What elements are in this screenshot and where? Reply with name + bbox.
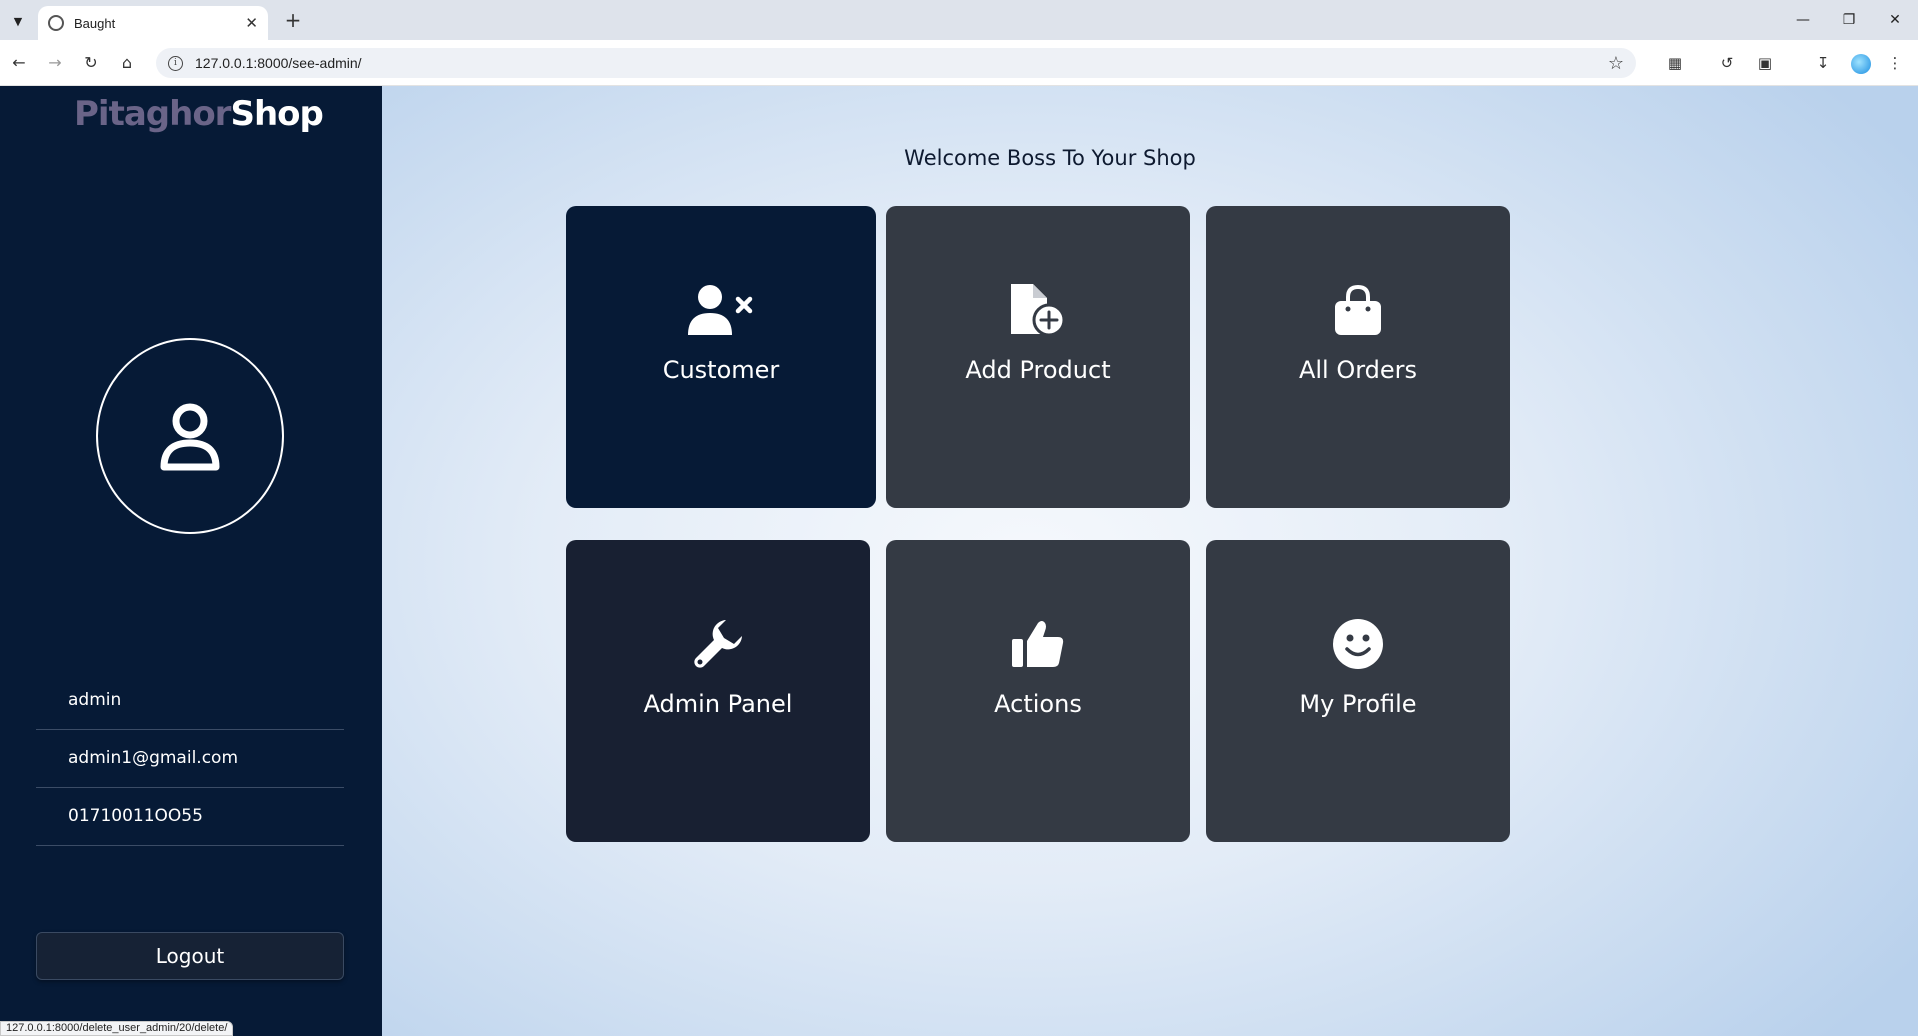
back-arrow-icon[interactable]: ← <box>6 50 32 76</box>
url-text[interactable]: 127.0.0.1:8000/see-admin/ <box>195 55 1608 71</box>
phone-text: 01710011OO55 <box>68 806 203 826</box>
tab-title: Baught <box>74 15 116 31</box>
card-label: Admin Panel <box>643 690 793 718</box>
all-orders-card[interactable]: All Orders <box>1206 206 1510 508</box>
admin-panel-card[interactable]: Admin Panel <box>566 540 870 842</box>
file-add-icon <box>1011 284 1066 336</box>
globe-icon <box>48 15 64 31</box>
minimize-icon[interactable]: — <box>1786 6 1820 34</box>
phone-row: 01710011OO55 <box>36 788 344 846</box>
logo-part-1: Pitaghor <box>74 94 231 134</box>
forward-arrow-icon[interactable]: → <box>42 50 68 76</box>
screenshot-icon[interactable]: ▣ <box>1754 53 1776 75</box>
page: PitaghorShop admin admin1@gmail.com 0171… <box>0 86 1918 1036</box>
browser-tab[interactable]: Baught ✕ <box>38 6 268 40</box>
reload-icon[interactable]: ↻ <box>78 50 104 76</box>
close-window-icon[interactable]: ✕ <box>1878 6 1912 34</box>
email-text: admin1@gmail.com <box>68 748 239 768</box>
home-icon[interactable]: ⌂ <box>114 50 140 76</box>
card-label: Customer <box>662 356 780 384</box>
site-info-icon[interactable]: i <box>168 55 183 71</box>
close-tab-icon[interactable]: ✕ <box>245 14 258 32</box>
avatar <box>96 338 284 534</box>
smile-icon <box>1333 619 1383 669</box>
new-tab-plus-icon[interactable]: + <box>280 8 306 34</box>
wrench-icon <box>694 620 742 668</box>
email-row: admin1@gmail.com <box>36 730 344 788</box>
user-remove-icon <box>688 285 753 335</box>
link-status-bar: 127.0.0.1:8000/delete_user_admin/20/dele… <box>0 1021 234 1036</box>
history-icon[interactable]: ↺ <box>1716 53 1738 75</box>
user-icon <box>160 403 220 471</box>
logo-part-2: Shop <box>230 94 323 134</box>
bookmark-star-icon[interactable]: ☆ <box>1608 53 1624 74</box>
add-product-card[interactable]: Add Product <box>886 206 1190 508</box>
username-row: admin <box>36 672 344 730</box>
menu-dots-icon[interactable]: ⋮ <box>1884 53 1906 75</box>
shop-logo[interactable]: PitaghorShop <box>74 94 324 134</box>
tab-list-chevron-icon[interactable]: ▼ <box>6 9 30 33</box>
page-title: Welcome Boss To Your Shop <box>904 146 1196 170</box>
extensions-icon[interactable]: ▦ <box>1664 53 1686 75</box>
main-content: Welcome Boss To Your Shop Customer Add P… <box>382 86 1918 1036</box>
card-label: My Profile <box>1299 690 1417 718</box>
profile-avatar-icon[interactable] <box>1851 54 1871 74</box>
sidebar: PitaghorShop admin admin1@gmail.com 0171… <box>0 86 382 1036</box>
card-label: All Orders <box>1298 356 1418 384</box>
card-label: Actions <box>994 690 1082 718</box>
shopping-bag-icon <box>1335 285 1381 335</box>
browser-toolbar: ← → ↻ ⌂ i 127.0.0.1:8000/see-admin/ ☆ ▦ … <box>0 40 1918 86</box>
logout-button[interactable]: Logout <box>36 932 344 980</box>
download-icon[interactable]: ↧ <box>1812 53 1834 75</box>
actions-card[interactable]: Actions <box>886 540 1190 842</box>
my-profile-card[interactable]: My Profile <box>1206 540 1510 842</box>
thumbs-up-icon <box>1012 621 1064 667</box>
card-label: Add Product <box>965 356 1111 384</box>
customer-card[interactable]: Customer <box>566 206 876 508</box>
browser-tab-bar: ▼ Baught ✕ + — ❐ ✕ <box>0 0 1918 40</box>
address-bar[interactable]: i 127.0.0.1:8000/see-admin/ ☆ <box>156 48 1636 78</box>
restore-icon[interactable]: ❐ <box>1832 6 1866 34</box>
username-text: admin <box>68 690 122 710</box>
